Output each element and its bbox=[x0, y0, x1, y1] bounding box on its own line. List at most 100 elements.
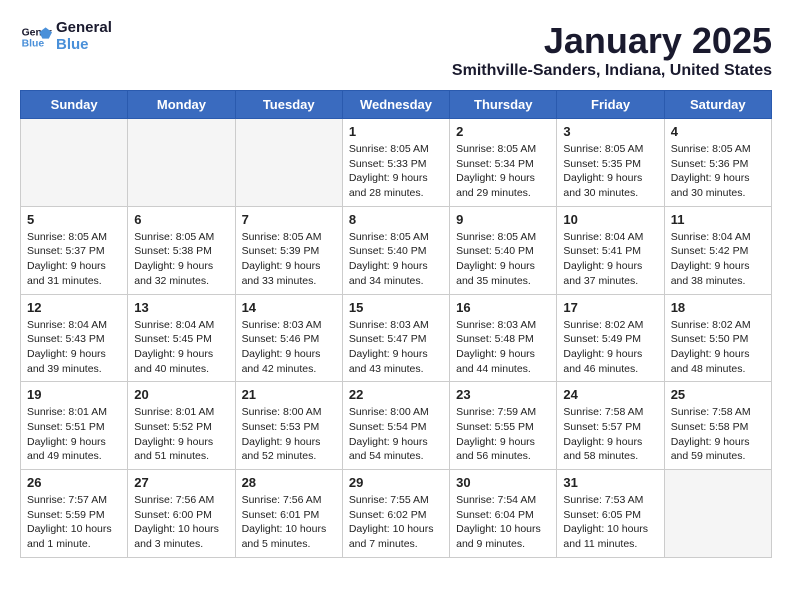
calendar-cell: 25 Sunrise: 7:58 AM Sunset: 5:58 PM Dayli… bbox=[664, 382, 771, 470]
day-number: 30 bbox=[456, 475, 550, 490]
calendar-week-3: 19Sunrise: 8:01 AM Sunset: 5:51 PM Dayli… bbox=[21, 382, 772, 470]
day-info: Sunrise: 7:58 AM Sunset: 5:57 PM Dayligh… bbox=[563, 405, 657, 464]
calendar-cell: 23Sunrise: 7:59 AM Sunset: 5:55 PM Dayli… bbox=[450, 382, 557, 470]
day-info: Sunrise: 7:55 AM Sunset: 6:02 PM Dayligh… bbox=[349, 493, 443, 552]
day-number: 10 bbox=[563, 212, 657, 227]
day-info: Sunrise: 8:03 AM Sunset: 5:48 PM Dayligh… bbox=[456, 318, 550, 377]
calendar-cell: 15Sunrise: 8:03 AM Sunset: 5:47 PM Dayli… bbox=[342, 294, 449, 382]
calendar-cell: 1Sunrise: 8:05 AM Sunset: 5:33 PM Daylig… bbox=[342, 119, 449, 207]
weekday-header-thursday: Thursday bbox=[450, 91, 557, 119]
calendar-week-2: 12 Sunrise: 8:04 AM Sunset: 5:43 PM Dayli… bbox=[21, 294, 772, 382]
day-info: Sunrise: 7:58 AM Sunset: 5:58 PM Dayligh… bbox=[671, 405, 765, 464]
day-number: 4 bbox=[671, 124, 765, 139]
day-number: 27 bbox=[134, 475, 228, 490]
day-info: Sunrise: 8:05 AM Sunset: 5:33 PM Dayligh… bbox=[349, 142, 443, 201]
day-number: 12 bbox=[27, 300, 121, 315]
calendar-cell: 10 Sunrise: 8:04 AM Sunset: 5:41 PM Dayli… bbox=[557, 206, 664, 294]
calendar-cell: 21Sunrise: 8:00 AM Sunset: 5:53 PM Dayli… bbox=[235, 382, 342, 470]
location-title: Smithville-Sanders, Indiana, United Stat… bbox=[452, 62, 772, 80]
calendar-cell: 8Sunrise: 8:05 AM Sunset: 5:40 PM Daylig… bbox=[342, 206, 449, 294]
calendar-week-4: 26Sunrise: 7:57 AM Sunset: 5:59 PM Dayli… bbox=[21, 470, 772, 558]
day-info: Sunrise: 8:01 AM Sunset: 5:52 PM Dayligh… bbox=[134, 405, 228, 464]
day-info: Sunrise: 8:00 AM Sunset: 5:53 PM Dayligh… bbox=[242, 405, 336, 464]
day-number: 13 bbox=[134, 300, 228, 315]
day-info: Sunrise: 7:59 AM Sunset: 5:55 PM Dayligh… bbox=[456, 405, 550, 464]
calendar-cell: 26Sunrise: 7:57 AM Sunset: 5:59 PM Dayli… bbox=[21, 470, 128, 558]
day-info: Sunrise: 8:05 AM Sunset: 5:34 PM Dayligh… bbox=[456, 142, 550, 201]
day-info: Sunrise: 7:53 AM Sunset: 6:05 PM Dayligh… bbox=[563, 493, 657, 552]
day-info: Sunrise: 8:02 AM Sunset: 5:50 PM Dayligh… bbox=[671, 318, 765, 377]
weekday-header-row: SundayMondayTuesdayWednesdayThursdayFrid… bbox=[21, 91, 772, 119]
day-number: 11 bbox=[671, 212, 765, 227]
day-number: 28 bbox=[242, 475, 336, 490]
svg-text:Blue: Blue bbox=[22, 38, 45, 49]
day-number: 14 bbox=[242, 300, 336, 315]
day-info: Sunrise: 8:02 AM Sunset: 5:49 PM Dayligh… bbox=[563, 318, 657, 377]
calendar-week-1: 5Sunrise: 8:05 AM Sunset: 5:37 PM Daylig… bbox=[21, 206, 772, 294]
weekday-header-friday: Friday bbox=[557, 91, 664, 119]
day-number: 7 bbox=[242, 212, 336, 227]
day-info: Sunrise: 8:05 AM Sunset: 5:36 PM Dayligh… bbox=[671, 142, 765, 201]
day-info: Sunrise: 8:04 AM Sunset: 5:43 PM Dayligh… bbox=[27, 318, 121, 377]
calendar-cell: 24 Sunrise: 7:58 AM Sunset: 5:57 PM Dayli… bbox=[557, 382, 664, 470]
day-number: 17 bbox=[563, 300, 657, 315]
day-number: 25 bbox=[671, 387, 765, 402]
calendar-table: SundayMondayTuesdayWednesdayThursdayFrid… bbox=[20, 90, 772, 558]
day-info: Sunrise: 8:01 AM Sunset: 5:51 PM Dayligh… bbox=[27, 405, 121, 464]
day-info: Sunrise: 7:56 AM Sunset: 6:01 PM Dayligh… bbox=[242, 493, 336, 552]
title-block: January 2025 Smithville-Sanders, Indiana… bbox=[452, 20, 772, 80]
weekday-header-wednesday: Wednesday bbox=[342, 91, 449, 119]
calendar-cell: 18 Sunrise: 8:02 AM Sunset: 5:50 PM Dayli… bbox=[664, 294, 771, 382]
day-number: 9 bbox=[456, 212, 550, 227]
day-number: 20 bbox=[134, 387, 228, 402]
calendar-cell: 7 Sunrise: 8:05 AM Sunset: 5:39 PM Daylig… bbox=[235, 206, 342, 294]
calendar-cell bbox=[128, 119, 235, 207]
day-number: 3 bbox=[563, 124, 657, 139]
day-number: 5 bbox=[27, 212, 121, 227]
day-number: 2 bbox=[456, 124, 550, 139]
day-number: 26 bbox=[27, 475, 121, 490]
logo-line1: General bbox=[56, 20, 112, 37]
calendar-cell: 31 Sunrise: 7:53 AM Sunset: 6:05 PM Dayli… bbox=[557, 470, 664, 558]
month-title: January 2025 bbox=[452, 20, 772, 62]
day-number: 31 bbox=[563, 475, 657, 490]
day-number: 29 bbox=[349, 475, 443, 490]
day-info: Sunrise: 8:03 AM Sunset: 5:46 PM Dayligh… bbox=[242, 318, 336, 377]
calendar-header: SundayMondayTuesdayWednesdayThursdayFrid… bbox=[21, 91, 772, 119]
day-number: 18 bbox=[671, 300, 765, 315]
calendar-cell: 19Sunrise: 8:01 AM Sunset: 5:51 PM Dayli… bbox=[21, 382, 128, 470]
page-header: General Blue General Blue January 2025 S… bbox=[20, 20, 772, 80]
calendar-cell: 6Sunrise: 8:05 AM Sunset: 5:38 PM Daylig… bbox=[128, 206, 235, 294]
day-info: Sunrise: 8:05 AM Sunset: 5:40 PM Dayligh… bbox=[349, 230, 443, 289]
day-info: Sunrise: 7:54 AM Sunset: 6:04 PM Dayligh… bbox=[456, 493, 550, 552]
day-info: Sunrise: 8:04 AM Sunset: 5:45 PM Dayligh… bbox=[134, 318, 228, 377]
calendar-cell: 13 Sunrise: 8:04 AM Sunset: 5:45 PM Dayli… bbox=[128, 294, 235, 382]
calendar-cell: 29 Sunrise: 7:55 AM Sunset: 6:02 PM Dayli… bbox=[342, 470, 449, 558]
calendar-cell: 3 Sunrise: 8:05 AM Sunset: 5:35 PM Daylig… bbox=[557, 119, 664, 207]
day-info: Sunrise: 7:56 AM Sunset: 6:00 PM Dayligh… bbox=[134, 493, 228, 552]
calendar-cell: 4 Sunrise: 8:05 AM Sunset: 5:36 PM Daylig… bbox=[664, 119, 771, 207]
day-info: Sunrise: 8:05 AM Sunset: 5:40 PM Dayligh… bbox=[456, 230, 550, 289]
calendar-cell: 5Sunrise: 8:05 AM Sunset: 5:37 PM Daylig… bbox=[21, 206, 128, 294]
calendar-body: 1Sunrise: 8:05 AM Sunset: 5:33 PM Daylig… bbox=[21, 119, 772, 558]
day-number: 15 bbox=[349, 300, 443, 315]
calendar-cell: 11 Sunrise: 8:04 AM Sunset: 5:42 PM Dayli… bbox=[664, 206, 771, 294]
day-info: Sunrise: 8:05 AM Sunset: 5:39 PM Dayligh… bbox=[242, 230, 336, 289]
calendar-cell bbox=[21, 119, 128, 207]
day-info: Sunrise: 8:05 AM Sunset: 5:35 PM Dayligh… bbox=[563, 142, 657, 201]
calendar-cell: 12 Sunrise: 8:04 AM Sunset: 5:43 PM Dayli… bbox=[21, 294, 128, 382]
day-number: 16 bbox=[456, 300, 550, 315]
calendar-cell: 22 Sunrise: 8:00 AM Sunset: 5:54 PM Dayli… bbox=[342, 382, 449, 470]
calendar-cell: 20 Sunrise: 8:01 AM Sunset: 5:52 PM Dayli… bbox=[128, 382, 235, 470]
day-number: 22 bbox=[349, 387, 443, 402]
day-info: Sunrise: 8:04 AM Sunset: 5:42 PM Dayligh… bbox=[671, 230, 765, 289]
day-number: 24 bbox=[563, 387, 657, 402]
logo: General Blue General Blue bbox=[20, 20, 112, 53]
day-number: 6 bbox=[134, 212, 228, 227]
calendar-cell bbox=[235, 119, 342, 207]
logo-icon: General Blue bbox=[20, 21, 52, 53]
calendar-cell bbox=[664, 470, 771, 558]
calendar-cell: 2 Sunrise: 8:05 AM Sunset: 5:34 PM Daylig… bbox=[450, 119, 557, 207]
day-info: Sunrise: 8:04 AM Sunset: 5:41 PM Dayligh… bbox=[563, 230, 657, 289]
day-info: Sunrise: 8:00 AM Sunset: 5:54 PM Dayligh… bbox=[349, 405, 443, 464]
